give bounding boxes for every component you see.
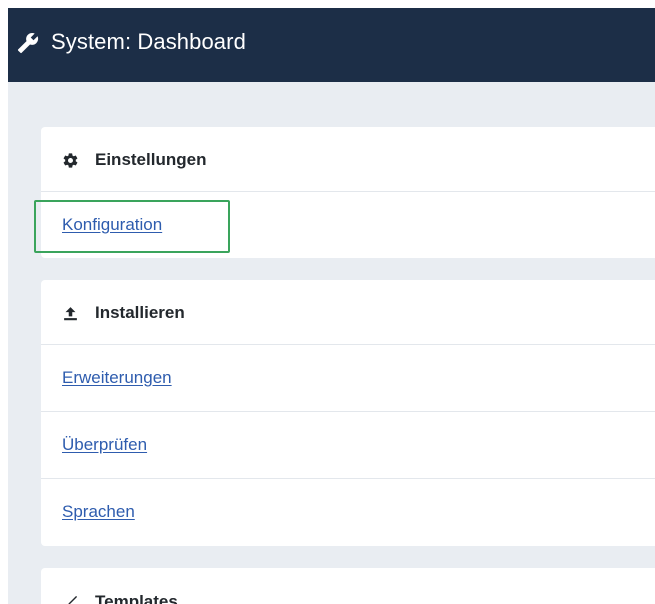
page-title: System: Dashboard [51,29,246,54]
wrench-icon [17,33,39,54]
section-header: Installieren [41,280,655,345]
app-window: System: Dashboard Einstellungen Konfigur… [8,8,655,604]
list-item: Sprachen [41,479,655,545]
section-title: Installieren [95,303,185,322]
list-item: Überprüfen [41,412,655,479]
section-templates: Templates [41,568,655,604]
section-title: Einstellungen [95,150,207,169]
gear-icon [63,153,78,168]
brush-icon [68,596,77,604]
link-erweiterungen[interactable]: Erweiterungen [62,367,172,389]
link-ueberpruefen[interactable]: Überprüfen [62,434,147,456]
link-konfiguration[interactable]: Konfiguration [62,214,162,236]
list-item: Erweiterungen [41,345,655,412]
section-header: Einstellungen [41,127,655,192]
link-sprachen[interactable]: Sprachen [62,501,135,523]
page-header: System: Dashboard [8,8,655,82]
section-title: Templates [95,592,178,604]
section-header: Templates [41,568,655,604]
section-installieren: Installieren Erweiterungen Überprüfen Sp… [41,280,655,546]
list-item: Konfiguration [41,192,655,258]
upload-icon [64,307,77,321]
section-einstellungen: Einstellungen Konfiguration [41,127,655,258]
